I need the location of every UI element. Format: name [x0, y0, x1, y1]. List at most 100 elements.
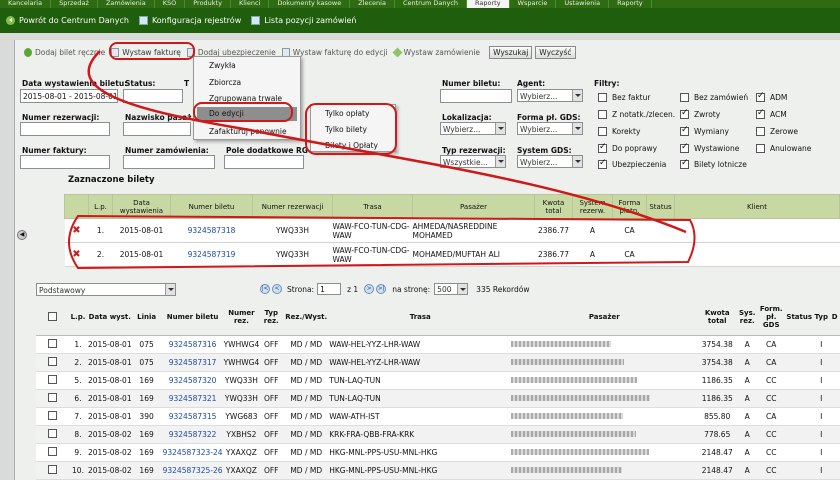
agent-select[interactable]: Wybierz...: [517, 89, 583, 102]
scroll-left-icon[interactable]: ◀: [17, 230, 27, 240]
row-checkbox[interactable]: [36, 371, 68, 390]
top-nav-tab[interactable]: Wsparcie: [510, 0, 557, 8]
invoice-input[interactable]: [20, 155, 110, 169]
delete-icon[interactable]: ✖: [64, 242, 89, 267]
filter-checkbox[interactable]: [598, 93, 607, 102]
cell-ticket-link[interactable]: 9324587319: [170, 242, 253, 267]
row-checkbox-box[interactable]: [47, 356, 57, 366]
cell-ticket-link[interactable]: 9324587321: [161, 389, 224, 408]
submenu-item-tickets[interactable]: Tylko bilety: [325, 125, 367, 134]
row-checkbox[interactable]: [36, 425, 68, 444]
clear-button[interactable]: Wyczyść: [535, 45, 576, 59]
filter-checkbox[interactable]: [680, 108, 689, 119]
view-select[interactable]: Podstawowy: [36, 283, 176, 296]
ticket-number-input[interactable]: [440, 89, 512, 103]
page-next-icon[interactable]: >: [364, 284, 375, 294]
row-checkbox-box[interactable]: [47, 410, 57, 420]
row-checkbox-box[interactable]: [47, 464, 57, 474]
top-nav-tab[interactable]: Kancelaria: [0, 0, 52, 8]
filter-checkbox[interactable]: [598, 110, 607, 119]
add-ticket-button[interactable]: Dodaj bilet ręcznie: [24, 47, 105, 57]
extra-field-input[interactable]: [224, 155, 304, 169]
top-nav-tab[interactable]: Centrum Danych: [395, 0, 468, 8]
filter-checkbox[interactable]: [680, 93, 689, 102]
search-button[interactable]: Wyszukaj: [489, 45, 533, 59]
passenger-input[interactable]: [123, 122, 191, 136]
location-select[interactable]: Wybierz...: [440, 122, 506, 135]
filter-checkbox[interactable]: [680, 125, 689, 136]
table-row[interactable]: 10. 2015-08-02 169 9324587325-26 YXAXQZ OFF MD…: [36, 461, 840, 480]
top-nav-tab[interactable]: Produkty: [185, 0, 231, 8]
row-checkbox[interactable]: [36, 353, 68, 372]
row-checkbox-box[interactable]: [47, 338, 57, 348]
filter-checkbox[interactable]: [680, 142, 689, 153]
delete-icon[interactable]: ✖: [64, 218, 89, 243]
top-nav-tab[interactable]: Zlecenia: [350, 0, 395, 8]
list-link[interactable]: Lista pozycji zamówień: [251, 16, 357, 25]
table-row[interactable]: 5. 2015-08-01 169 9324587320 YWQ33H OFF MD / M…: [36, 371, 840, 390]
filter-checkbox[interactable]: [756, 144, 765, 153]
header-select-all[interactable]: [36, 300, 68, 336]
cell-ticket-link[interactable]: 9324587325-26: [161, 461, 224, 480]
cell-ticket-link[interactable]: 9324587317: [161, 353, 224, 372]
menu-item-zafakturuj[interactable]: Zafakturuj ponownie: [209, 127, 287, 136]
page-last-icon[interactable]: >|: [376, 284, 387, 294]
cell-ticket-link[interactable]: 9324587316: [161, 335, 224, 354]
top-nav-tab[interactable]: Dokumenty kasowe: [269, 0, 351, 8]
row-checkbox-box[interactable]: [47, 428, 57, 438]
row-checkbox[interactable]: [36, 443, 68, 462]
page-prev-icon[interactable]: <: [272, 284, 282, 294]
submenu-item-fees[interactable]: Tylko opłaty: [325, 109, 369, 118]
cell-ticket-link[interactable]: 9324587315: [161, 407, 224, 426]
filter-checkbox[interactable]: [756, 91, 765, 102]
filter-checkbox[interactable]: [756, 108, 765, 119]
top-nav-tab[interactable]: Raporty: [609, 0, 652, 8]
menu-item-zgrupowana[interactable]: Zgrupowana trwale: [209, 94, 282, 103]
row-checkbox-box[interactable]: [47, 374, 57, 384]
filter-checkbox[interactable]: [598, 158, 607, 169]
table-row[interactable]: 2. 2015-08-01 075 9324587317 YWHWG4 OFF MD / M…: [36, 353, 840, 372]
top-nav-tab[interactable]: Ustawienia: [556, 0, 610, 8]
back-link[interactable]: Powrót do Centrum Danych: [6, 16, 129, 25]
submenu-item-both[interactable]: Bilety i Opłaty: [325, 141, 378, 150]
cell-ticket-link[interactable]: 9324587320: [161, 371, 224, 390]
order-input[interactable]: [123, 155, 215, 169]
row-checkbox[interactable]: [36, 335, 68, 354]
gds-form-select[interactable]: Wybierz...: [517, 122, 583, 135]
menu-item-zbiorcza[interactable]: Zbiorcza: [209, 78, 241, 87]
issue-invoice-button[interactable]: Wystaw fakturę: [111, 47, 181, 57]
table-row[interactable]: 6. 2015-08-01 169 9324587321 YWQ33H OFF MD / M…: [36, 389, 840, 408]
table-row[interactable]: 7. 2015-08-01 390 9324587315 YWG683 OFF MD / M…: [36, 407, 840, 426]
page-input[interactable]: 1: [317, 283, 342, 295]
issue-order-button[interactable]: Wystaw zamówienie: [392, 47, 480, 57]
cell-ticket-link[interactable]: 9324587323-24: [161, 443, 224, 462]
gds-system-select[interactable]: Wybierz...: [517, 155, 583, 168]
cell-ticket-link[interactable]: 9324587322: [161, 425, 224, 444]
filter-checkbox[interactable]: [756, 127, 765, 136]
issue-date-input[interactable]: 2015-08-01 - 2015-08-01: [20, 89, 118, 103]
row-checkbox-box[interactable]: [47, 446, 57, 456]
table-row[interactable]: 8. 2015-08-02 169 9324587322 YXBHS2 OFF MD / M…: [36, 425, 840, 444]
page-first-icon[interactable]: |<: [260, 284, 270, 294]
table-row[interactable]: 1. 2015-08-01 075 9324587316 YWHWG4 OFF MD / M…: [36, 335, 840, 354]
filter-checkbox[interactable]: [598, 142, 607, 153]
table-row[interactable]: 9. 2015-08-02 169 9324587323-24 YXAXQZ OFF MD …: [36, 443, 840, 462]
top-nav-tab[interactable]: Klienci: [231, 0, 270, 8]
row-checkbox[interactable]: [36, 407, 68, 426]
top-nav-tab[interactable]: KSO: [155, 0, 186, 8]
top-nav-tab-active[interactable]: Raporty: [467, 0, 510, 8]
config-link[interactable]: Konfiguracja rejestrów: [138, 16, 241, 25]
filter-checkbox[interactable]: [598, 127, 607, 136]
reservation-input[interactable]: [20, 122, 110, 136]
filter-checkbox[interactable]: [680, 158, 689, 169]
menu-item-zwykla[interactable]: Zwykła: [209, 61, 236, 70]
row-checkbox[interactable]: [36, 461, 68, 480]
row-checkbox[interactable]: [36, 389, 68, 408]
select-all-checkbox[interactable]: [47, 311, 57, 321]
top-nav-tab[interactable]: Sprzedaż: [51, 0, 98, 8]
top-nav-tab[interactable]: Zamówienia: [98, 0, 155, 8]
reservation-type-select[interactable]: Wszystkie...: [440, 155, 506, 168]
row-checkbox-box[interactable]: [47, 392, 57, 402]
menu-item-do-edycji[interactable]: Do edycji: [197, 107, 297, 121]
cell-ticket-link[interactable]: 9324587318: [170, 218, 253, 243]
